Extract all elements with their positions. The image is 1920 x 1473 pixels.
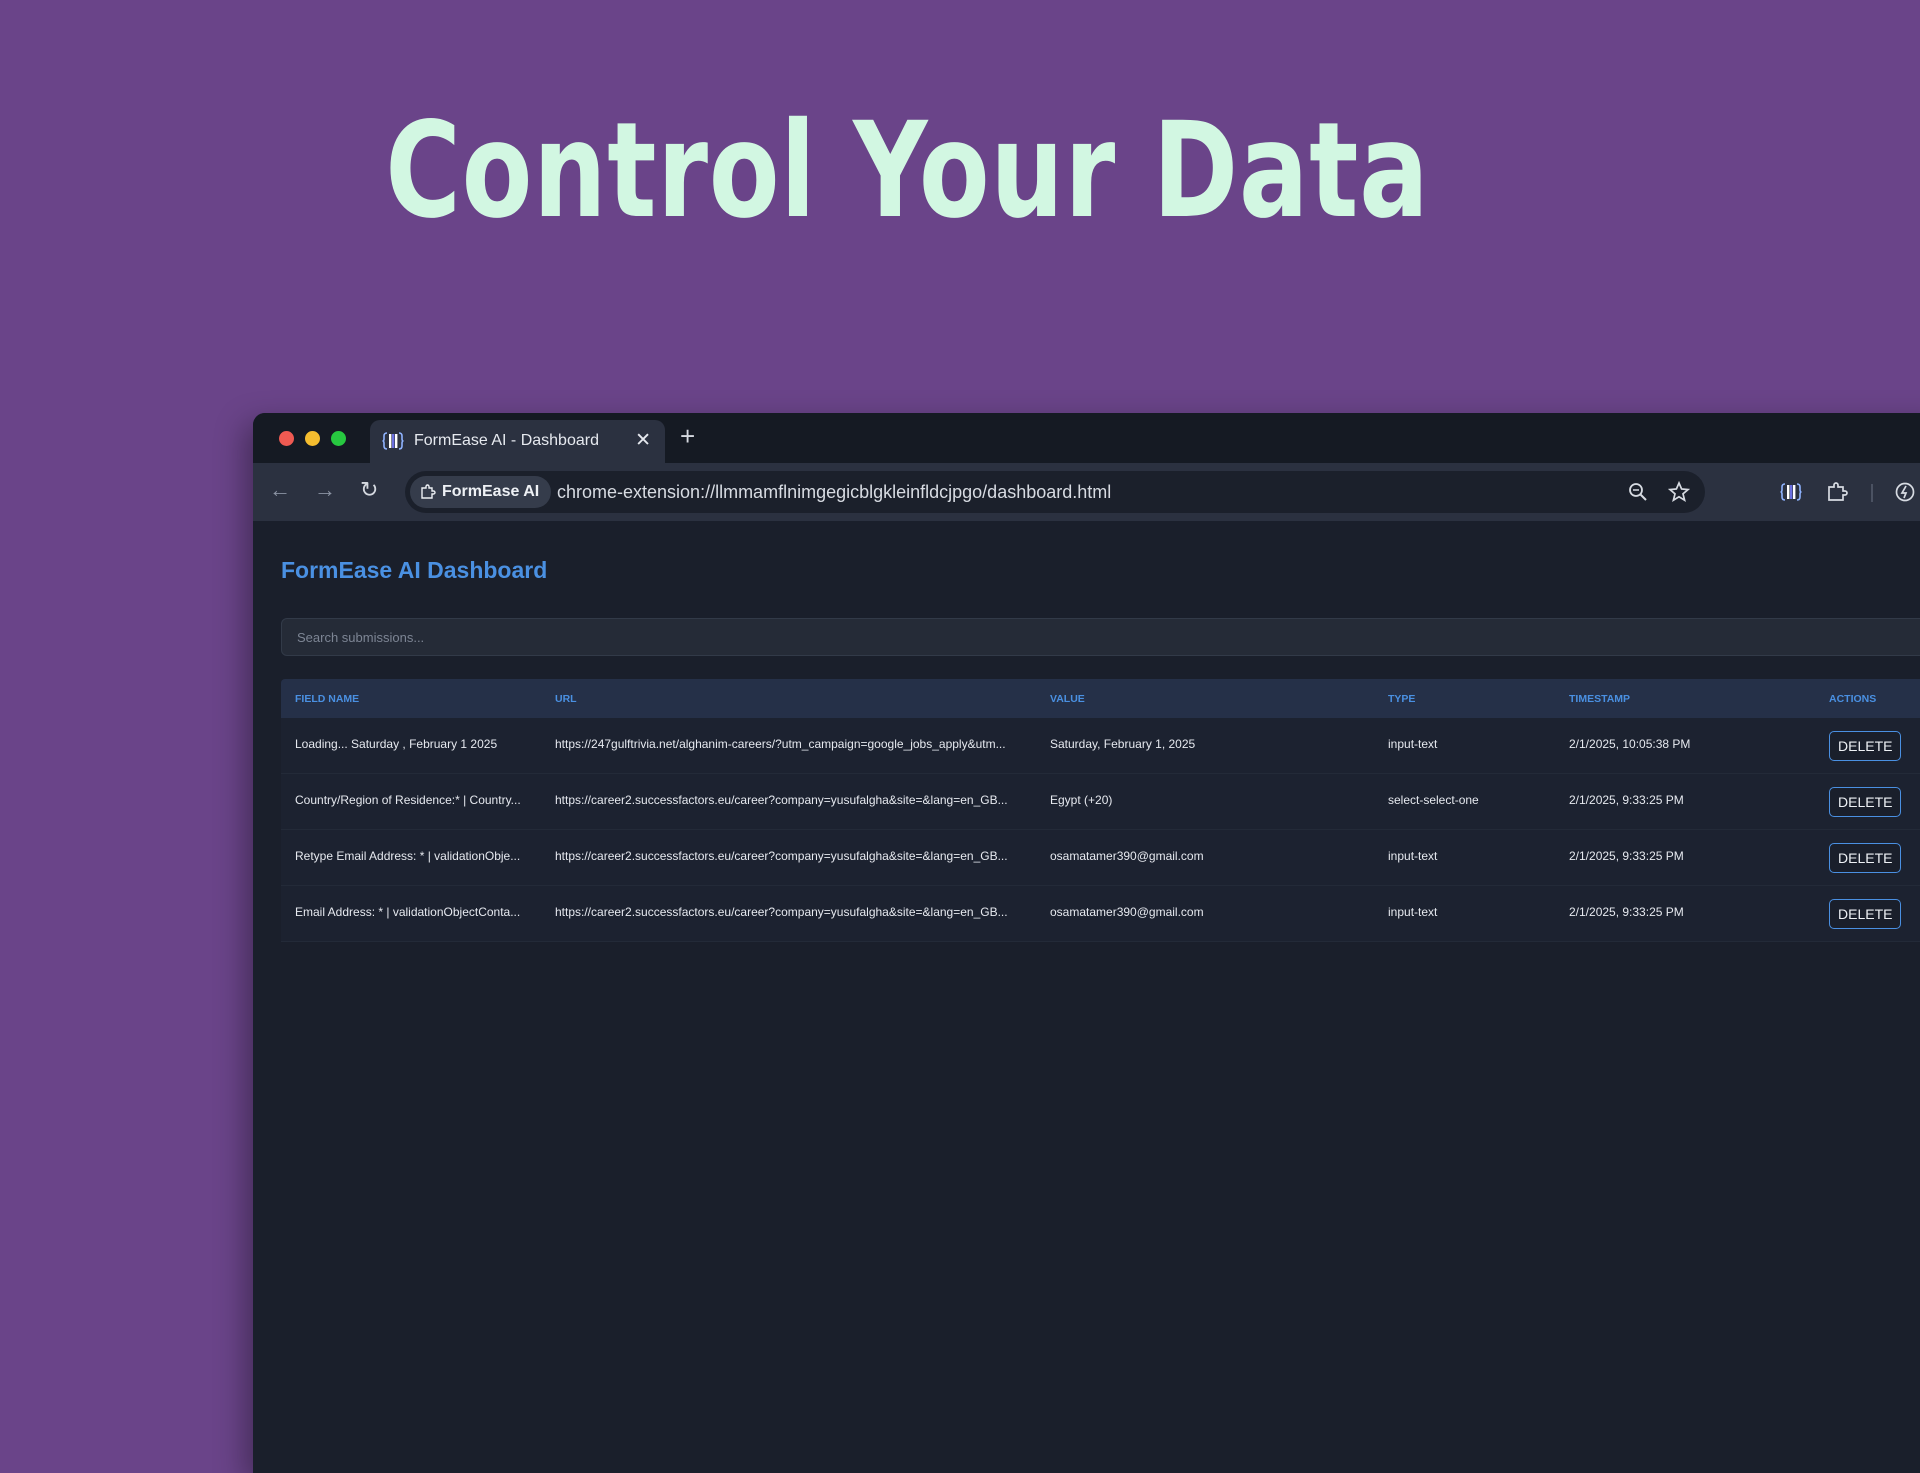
delete-button[interactable]: DELETE: [1829, 731, 1902, 761]
column-header-url: URL: [555, 693, 577, 705]
cell-type: input-text: [1388, 737, 1438, 751]
delete-button[interactable]: DELETE: [1829, 843, 1902, 873]
maximize-window-button[interactable]: [331, 431, 346, 446]
column-header-value: Value: [1050, 693, 1085, 705]
formease-icon: [382, 432, 404, 450]
browser-window: FormEase AI - Dashboard ✕ + ← → ↻ FormEa…: [253, 413, 1920, 1473]
cell-field-name: Email Address: * | validationObjectConta…: [295, 905, 521, 919]
cell-value: Saturday, February 1, 2025: [1050, 737, 1196, 751]
back-arrow-icon[interactable]: ←: [269, 479, 291, 501]
extensions-icon[interactable]: [1826, 481, 1848, 503]
star-icon[interactable]: [1668, 481, 1690, 503]
site-chip-label: FormEase AI: [442, 483, 540, 500]
cell-timestamp: 2/1/2025, 9:33:25 PM: [1569, 905, 1684, 919]
zoom-icon[interactable]: [1627, 481, 1649, 503]
cell-type: input-text: [1388, 905, 1438, 919]
table-row: Loading... Saturday , February 1 2025 ht…: [281, 718, 1920, 774]
minimize-window-button[interactable]: [305, 431, 320, 446]
close-window-button[interactable]: [279, 431, 294, 446]
tab-title: FormEase AI - Dashboard: [414, 432, 599, 449]
table-header: Field Name URL Value Type Timestamp Acti…: [281, 679, 1920, 718]
cell-field-name: Loading... Saturday , February 1 2025: [295, 737, 498, 751]
column-header-field-name: Field Name: [295, 693, 360, 705]
column-header-actions: Actions: [1829, 693, 1877, 705]
puzzle-icon: [421, 484, 436, 499]
table-row: Email Address: * | validationObjectConta…: [281, 886, 1920, 942]
column-header-timestamp: Timestamp: [1569, 693, 1631, 705]
forward-arrow-icon[interactable]: →: [314, 479, 336, 501]
cell-value: osamatamer390@gmail.com: [1050, 905, 1204, 919]
performance-icon[interactable]: [1894, 481, 1916, 503]
cell-url: https://career2.successfactors.eu/career…: [555, 849, 1008, 863]
cell-value: osamatamer390@gmail.com: [1050, 849, 1204, 863]
site-chip[interactable]: FormEase AI: [410, 476, 552, 508]
page-title: FormEase AI Dashboard: [281, 557, 548, 583]
cell-url: https://career2.successfactors.eu/career…: [555, 905, 1008, 919]
cell-timestamp: 2/1/2025, 9:33:25 PM: [1569, 849, 1684, 863]
submissions-table: Field Name URL Value Type Timestamp Acti…: [281, 679, 1920, 942]
cell-type: select-select-one: [1388, 793, 1479, 807]
cell-timestamp: 2/1/2025, 9:33:25 PM: [1569, 793, 1684, 807]
toolbar-divider: [1871, 484, 1873, 502]
delete-button[interactable]: DELETE: [1829, 787, 1902, 817]
new-tab-button[interactable]: +: [680, 423, 695, 449]
cell-field-name: Retype Email Address: * | validationObje…: [295, 849, 521, 863]
cell-url: https://247gulftrivia.net/alghanim-caree…: [555, 737, 1006, 751]
url-text[interactable]: chrome-extension://llmmamflnimgegicblgkl…: [557, 482, 1111, 503]
title-bar: FormEase AI - Dashboard ✕ +: [253, 413, 1920, 463]
delete-button[interactable]: DELETE: [1829, 899, 1902, 929]
reload-icon[interactable]: ↻: [360, 479, 378, 501]
close-icon[interactable]: ✕: [635, 429, 651, 452]
dashboard-page: FormEase AI Dashboard Field Name URL Val…: [253, 521, 1920, 1473]
tab-dashboard[interactable]: FormEase AI - Dashboard ✕: [370, 420, 665, 463]
column-header-type: Type: [1388, 693, 1416, 705]
cell-timestamp: 2/1/2025, 10:05:38 PM: [1569, 737, 1691, 751]
table-row: Country/Region of Residence:* | Country.…: [281, 774, 1920, 830]
cell-value: Egypt (+20): [1050, 793, 1113, 807]
address-bar[interactable]: FormEase AI chrome-extension://llmmamfln…: [405, 471, 1705, 513]
cell-field-name: Country/Region of Residence:* | Country.…: [295, 793, 521, 807]
formease-icon[interactable]: [1780, 481, 1802, 503]
table-row: Retype Email Address: * | validationObje…: [281, 830, 1920, 886]
toolbar: ← → ↻ FormEase AI chrome-extension://llm…: [253, 463, 1920, 521]
search-input[interactable]: [281, 618, 1920, 656]
headline: Control Your Data: [385, 94, 1430, 248]
cell-url: https://career2.successfactors.eu/career…: [555, 793, 1008, 807]
cell-type: input-text: [1388, 849, 1438, 863]
